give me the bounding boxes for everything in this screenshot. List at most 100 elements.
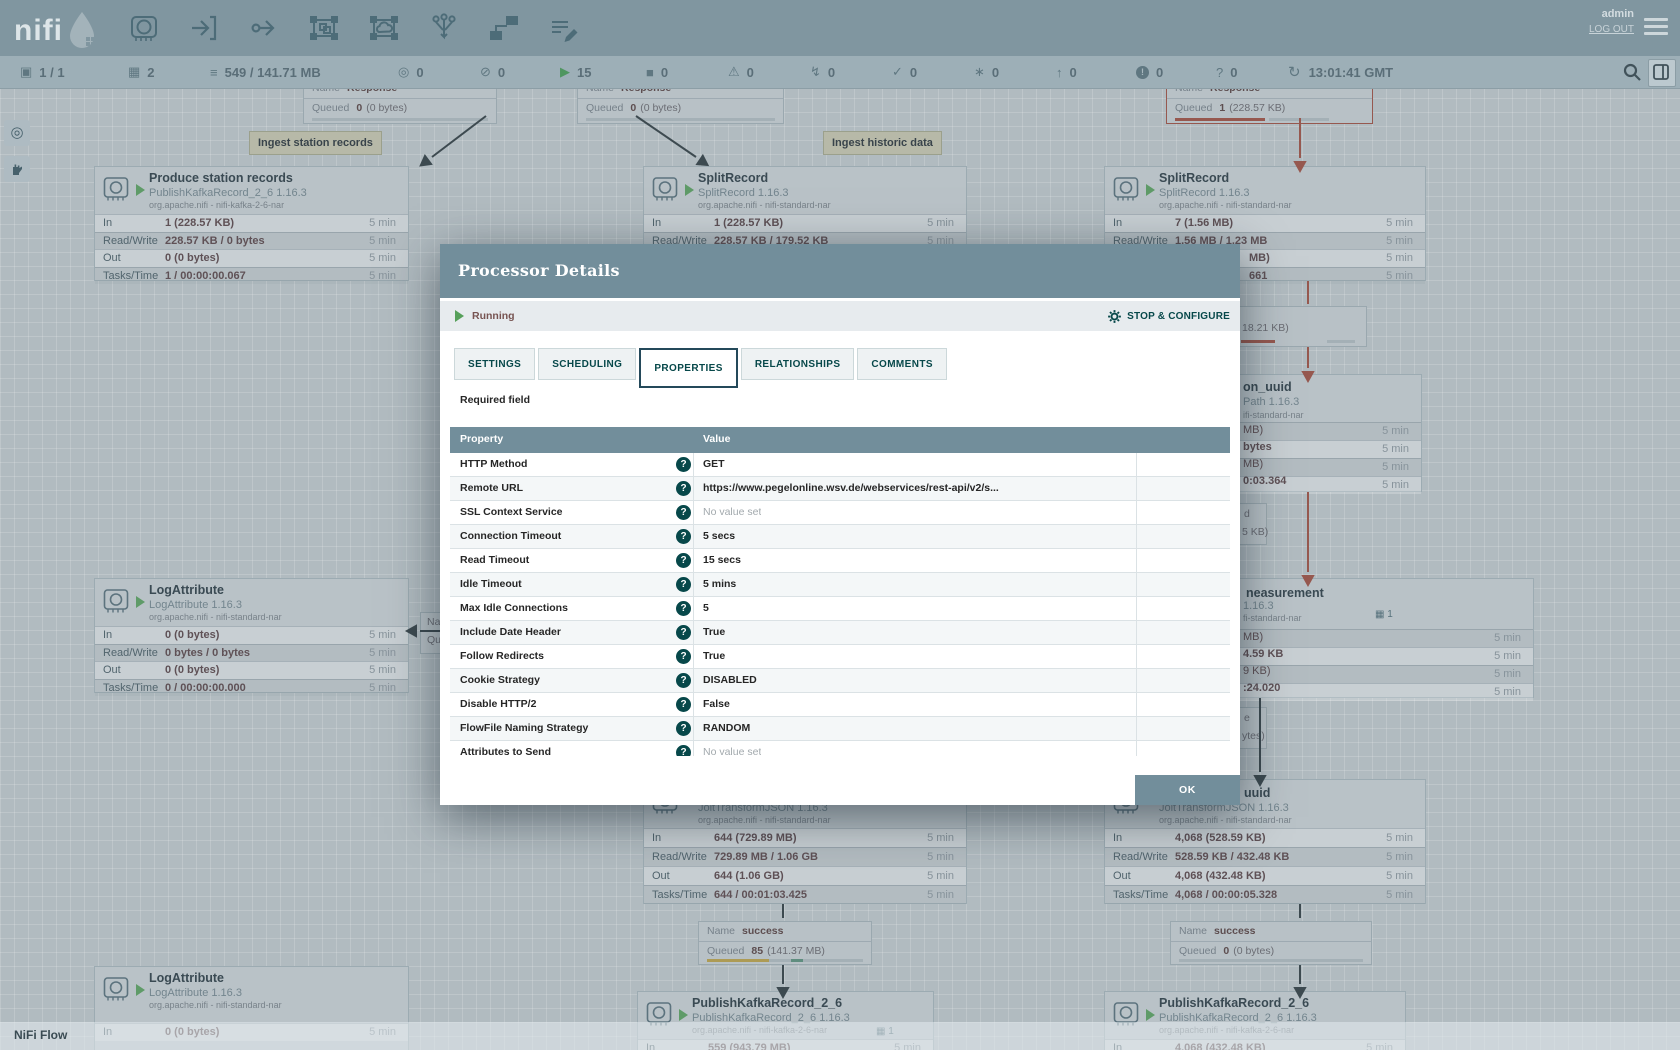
property-row: Include Date Header ? True xyxy=(450,621,1230,645)
help-icon[interactable]: ? xyxy=(676,745,691,756)
status-item: ≡549 / 141.71 MB xyxy=(210,56,321,88)
property-value: 15 secs xyxy=(703,554,741,566)
stat-row: Read/Write528.59 KB / 432.48 KB5 min xyxy=(1105,847,1425,866)
target-icon: ◎ xyxy=(10,124,23,141)
operate-palette-button[interactable] xyxy=(4,156,30,182)
status-icon: ▦ xyxy=(128,64,140,80)
process-group-icon[interactable] xyxy=(308,12,340,44)
canvas-label-ingest-station-records[interactable]: Ingest station records xyxy=(249,131,382,155)
property-row: FlowFile Naming Strategy ? RANDOM xyxy=(450,717,1230,741)
global-menu-icon[interactable] xyxy=(1644,18,1668,38)
help-icon[interactable]: ? xyxy=(676,553,691,568)
help-icon[interactable]: ? xyxy=(676,577,691,592)
running-icon xyxy=(679,1009,688,1021)
template-icon[interactable] xyxy=(488,12,520,44)
processor-logattribute[interactable]: LogAttribute LogAttribute 1.16.3 org.apa… xyxy=(94,578,409,693)
output-port-icon[interactable] xyxy=(248,12,280,44)
tab-properties[interactable]: PROPERTIES xyxy=(639,348,737,388)
connection-label-success-2[interactable]: Namesuccess Queued0(0 bytes) xyxy=(1170,921,1372,965)
status-icon: ↯ xyxy=(810,64,821,80)
property-value: DISABLED xyxy=(703,674,757,686)
stat-row: Read/Write228.57 KB / 0 bytes5 min xyxy=(95,232,408,250)
app-header: nifi xyxy=(0,0,1680,56)
running-icon xyxy=(455,310,464,322)
stat-row: Read/Write729.89 MB / 1.06 GB5 min xyxy=(644,847,966,866)
navigate-palette-button[interactable]: ◎ xyxy=(4,120,30,146)
dialog-title: Processor Details xyxy=(458,244,620,298)
dialog-header: Processor Details xyxy=(440,244,1240,298)
status-item: ?0 xyxy=(1216,56,1237,88)
running-icon xyxy=(1146,1009,1155,1021)
stat-row: Out0 (0 bytes)5 min xyxy=(95,661,408,679)
stat-row: Tasks/Time1 / 00:00:00.0675 min xyxy=(95,267,408,285)
run-status: Running xyxy=(472,301,515,331)
status-icon: ∗ xyxy=(974,64,985,80)
refresh-icon[interactable]: ↻ xyxy=(1288,63,1301,81)
ok-button[interactable]: OK xyxy=(1135,775,1240,805)
help-icon[interactable]: ? xyxy=(676,625,691,640)
status-icon: ◎ xyxy=(398,64,409,80)
queue-bar-tick xyxy=(791,959,803,962)
processor-title-fragment: uuid xyxy=(1244,786,1270,800)
search-icon[interactable] xyxy=(1622,62,1642,82)
input-port-icon[interactable] xyxy=(188,12,220,44)
component-toolbar xyxy=(128,12,580,44)
stat-row: In4,068 (528.59 KB)5 min xyxy=(1105,828,1425,847)
tab-settings[interactable]: SETTINGS xyxy=(454,348,535,380)
property-row: Disable HTTP/2 ? False xyxy=(450,693,1230,717)
processor-produce-station-records[interactable]: Produce station records PublishKafkaReco… xyxy=(94,166,409,281)
connection-label-success-1[interactable]: Namesuccess Queued85(141.37 MB) xyxy=(698,921,872,965)
processor-icon[interactable] xyxy=(128,12,160,44)
help-icon[interactable]: ? xyxy=(676,601,691,616)
label-icon[interactable] xyxy=(548,12,580,44)
nifi-app: NameResponse Queued0(0 bytes) NameRespon… xyxy=(0,0,1680,1050)
cluster-badge: ▦ 1 xyxy=(1375,609,1393,620)
queue-bar xyxy=(1327,340,1355,343)
status-icon: ↑ xyxy=(1056,65,1063,80)
help-icon[interactable]: ? xyxy=(676,649,691,664)
help-icon[interactable]: ? xyxy=(676,697,691,712)
property-value: No value set xyxy=(703,506,761,518)
status-item: ∗0 xyxy=(974,56,999,88)
refresh-time: 13:01:41 GMT xyxy=(1309,65,1394,80)
canvas-label-ingest-historic-data[interactable]: Ingest historic data xyxy=(823,131,942,155)
processor-icon xyxy=(652,176,678,202)
help-icon[interactable]: ? xyxy=(676,505,691,520)
breadcrumb[interactable]: NiFi Flow xyxy=(14,1028,67,1042)
logout-link[interactable]: LOG OUT xyxy=(1589,24,1634,35)
property-row: Remote URL ? https://www.pegelonline.wsv… xyxy=(450,477,1230,501)
help-icon[interactable]: ? xyxy=(676,481,691,496)
property-value: 5 xyxy=(703,602,709,614)
running-icon xyxy=(136,984,145,996)
status-item: !0 xyxy=(1136,56,1163,88)
property-value: No value set xyxy=(703,746,761,756)
status-icon: ? xyxy=(1216,65,1223,80)
running-icon xyxy=(685,184,694,196)
funnel-icon[interactable] xyxy=(428,12,460,44)
help-icon[interactable]: ? xyxy=(676,673,691,688)
stop-and-configure-button[interactable]: STOP & CONFIGURE xyxy=(1107,301,1230,331)
queue-bar-usage xyxy=(707,959,769,962)
status-item: ◎0 xyxy=(398,56,424,88)
tab-relationships[interactable]: RELATIONSHIPS xyxy=(741,348,855,380)
tab-scheduling[interactable]: SCHEDULING xyxy=(538,348,636,380)
queued-size-fragment: 18.21 KB) xyxy=(1242,322,1289,334)
property-value: 5 secs xyxy=(703,530,735,542)
breadcrumb-bar: NiFi Flow xyxy=(0,1022,1680,1050)
tab-comments[interactable]: COMMENTS xyxy=(857,348,947,380)
hand-icon xyxy=(9,164,25,181)
property-row: Read Timeout ? 15 secs xyxy=(450,549,1230,573)
status-bar: ▣1 / 1▦2≡549 / 141.71 MB◎0⊘0▶15■0⚠0↯0✓0∗… xyxy=(0,56,1680,89)
settings-panel-button[interactable] xyxy=(1648,59,1676,87)
status-icon: ■ xyxy=(646,65,654,80)
help-icon[interactable]: ? xyxy=(676,721,691,736)
processor-icon xyxy=(103,176,129,202)
remote-process-group-icon[interactable] xyxy=(368,12,400,44)
required-field-note: Required field xyxy=(460,394,530,406)
help-icon[interactable]: ? xyxy=(676,457,691,472)
dialog-status-bar: Running STOP & CONFIGURE xyxy=(440,301,1240,331)
nifi-logo: nifi xyxy=(14,9,101,53)
processor-title-fragment: on_uuid xyxy=(1243,380,1292,394)
table-header: Property Value xyxy=(450,427,1230,453)
help-icon[interactable]: ? xyxy=(676,529,691,544)
